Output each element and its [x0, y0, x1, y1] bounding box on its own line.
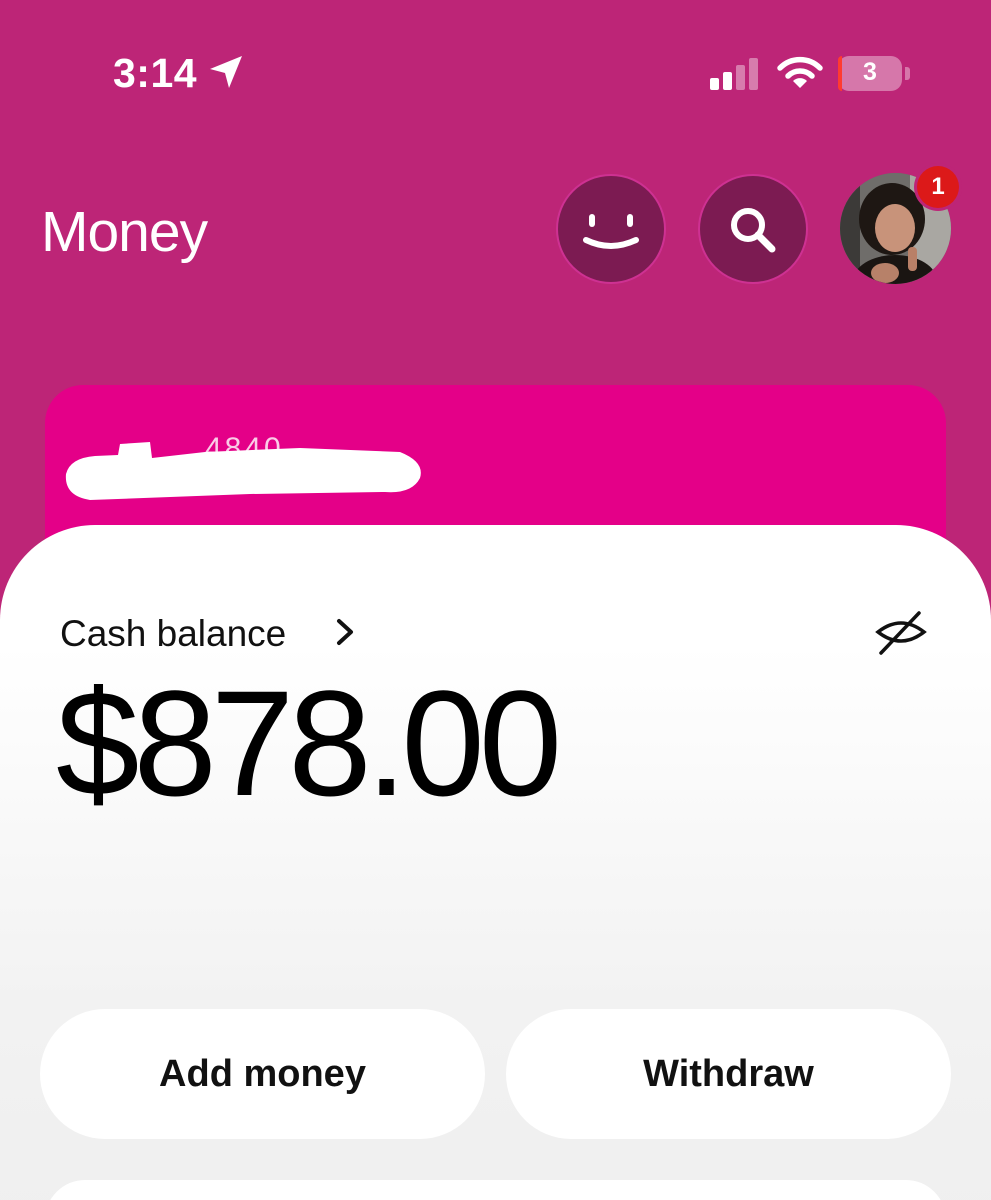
cellular-signal-icon: [710, 58, 758, 90]
bottom-section-card: [45, 1180, 946, 1200]
search-button[interactable]: [700, 176, 806, 282]
cash-balance-label[interactable]: Cash balance: [60, 613, 286, 655]
battery-nub: [905, 67, 910, 80]
eye-off-icon[interactable]: [874, 608, 928, 656]
smiley-button[interactable]: [558, 176, 664, 282]
cash-balance-amount: $878.00: [56, 659, 562, 827]
money-screen: 3:14 3 Money 1 4840 Cash balance $878.00…: [0, 0, 991, 1200]
smiley-icon: [583, 214, 639, 249]
battery-icon: 3: [838, 56, 902, 91]
add-money-button[interactable]: Add money: [40, 1009, 485, 1139]
search-icon: [731, 208, 776, 253]
card-number: 4840: [205, 432, 284, 465]
page-title: Money: [41, 200, 208, 264]
notification-badge: 1: [917, 166, 959, 208]
withdraw-button[interactable]: Withdraw: [506, 1009, 951, 1139]
status-time: 3:14: [113, 50, 198, 96]
chevron-right-icon[interactable]: [334, 618, 358, 646]
location-arrow-icon: [210, 56, 242, 88]
wifi-icon: [777, 56, 823, 88]
battery-percentage: 3: [863, 58, 877, 86]
